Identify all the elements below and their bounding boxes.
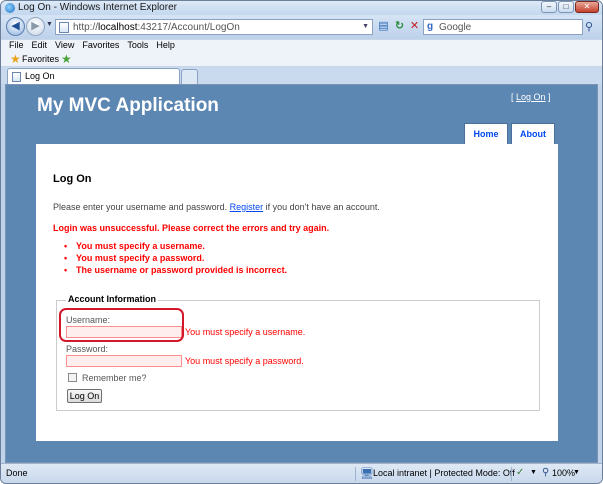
register-link[interactable]: Register — [230, 202, 264, 212]
google-logo-icon: g — [427, 21, 434, 32]
zoom-level[interactable]: 100% — [552, 468, 575, 478]
intro-text-start: Please enter your username and password. — [53, 202, 230, 212]
status-divider — [511, 467, 512, 481]
remember-me-checkbox[interactable] — [68, 373, 77, 382]
menu-help[interactable]: Help — [156, 40, 175, 51]
menu-file[interactable]: File — [9, 40, 24, 51]
annotation-highlight-box — [59, 308, 184, 342]
recent-pages-chevron-down-icon[interactable]: ▼ — [46, 21, 53, 28]
validation-error-list: You must specify a username. You must sp… — [64, 241, 287, 277]
log-on-submit-button[interactable]: Log On — [67, 389, 102, 403]
menu-edit[interactable]: Edit — [32, 40, 48, 51]
favorites-button[interactable]: Favorites — [22, 54, 59, 64]
page-icon — [59, 22, 69, 33]
validation-summary: Login was unsuccessful. Please correct t… — [53, 223, 330, 233]
zone-chevron-down-icon[interactable]: ▼ — [530, 469, 537, 476]
url-prefix: http:// — [73, 22, 99, 33]
status-text: Done — [6, 468, 28, 478]
page-title: Log On — [53, 173, 92, 185]
login-bracket-close: ] — [545, 92, 551, 102]
favorites-star-icon[interactable]: ★ — [10, 52, 21, 66]
validation-error: You must specify a username. — [64, 241, 287, 253]
validation-error: The username or password provided is inc… — [64, 265, 287, 277]
zoom-icon[interactable]: ⚲ — [542, 467, 549, 478]
tab-row: Log On — [1, 67, 602, 84]
title-bar: Log On - Windows Internet Explorer – □ ✕ — [1, 1, 602, 15]
add-to-favorites-bar-icon[interactable]: ★ — [61, 52, 72, 66]
new-tab-button[interactable] — [181, 69, 198, 84]
tab-label: Log On — [25, 71, 55, 81]
remember-me-label: Remember me? — [82, 373, 147, 383]
forward-button[interactable]: ▶ — [26, 17, 45, 36]
search-input[interactable]: Google — [439, 22, 471, 33]
validation-error: You must specify a password. — [64, 253, 287, 265]
window-title: Log On - Windows Internet Explorer — [18, 2, 177, 13]
menu-view[interactable]: View — [55, 40, 74, 51]
password-error: You must specify a password. — [185, 356, 304, 366]
search-box[interactable]: g Google — [423, 19, 583, 35]
nav-about[interactable]: About — [511, 123, 555, 144]
site-title: My MVC Application — [37, 95, 219, 116]
url-path: :43217/Account/LogOn — [137, 22, 240, 33]
security-zone[interactable]: Local intranet | Protected Mode: Off — [373, 468, 515, 478]
main-content: Log On Please enter your username and pa… — [36, 144, 558, 441]
protected-mode-icon[interactable]: ✓ — [516, 467, 524, 478]
refresh-icon[interactable]: ↻ — [392, 19, 407, 35]
menu-favorites[interactable]: Favorites — [82, 40, 119, 51]
url-host: localhost — [98, 22, 138, 33]
intro-text-end: if you don't have an account. — [263, 202, 380, 212]
window-controls: – □ ✕ — [541, 1, 599, 13]
status-divider — [355, 467, 356, 481]
internet-explorer-icon — [5, 3, 15, 13]
stop-icon[interactable]: ✕ — [407, 19, 422, 35]
zoom-chevron-down-icon[interactable]: ▼ — [573, 469, 580, 476]
menu-bar: File Edit View Favorites Tools Help — [1, 39, 602, 51]
username-error: You must specify a username. — [185, 327, 306, 337]
fieldset-legend: Account Information — [66, 294, 158, 304]
search-icon[interactable]: ⚲ — [585, 20, 593, 33]
page-viewport: My MVC Application [ Log On ] Home About… — [5, 84, 598, 463]
address-chevron-down-icon[interactable]: ▼ — [362, 23, 369, 30]
navigation-bar: ◀ ▶ ▼ http://localhost:43217/Account/Log… — [1, 15, 602, 39]
local-intranet-icon: 🖥 — [360, 468, 374, 480]
nav-home[interactable]: Home — [464, 123, 508, 144]
password-label: Password: — [66, 344, 109, 354]
tab-log-on[interactable]: Log On — [7, 68, 180, 84]
menu-tools[interactable]: Tools — [127, 40, 148, 51]
back-button[interactable]: ◀ — [6, 17, 25, 36]
page-icon — [12, 72, 21, 82]
favorites-bar: ★ Favorites ★ — [1, 51, 602, 67]
log-on-link[interactable]: Log On — [516, 92, 546, 102]
status-bar: Done 🖥 Local intranet | Protected Mode: … — [1, 463, 602, 483]
compatibility-view-icon[interactable]: ▤ — [376, 19, 391, 35]
minimize-button[interactable]: – — [541, 1, 557, 13]
address-bar[interactable]: http://localhost:43217/Account/LogOn ▼ — [55, 19, 373, 35]
browser-window: Log On - Windows Internet Explorer – □ ✕… — [0, 0, 603, 484]
intro-text: Please enter your username and password.… — [53, 202, 380, 212]
password-input[interactable] — [66, 355, 182, 367]
account-information-fieldset: Account Information Username: You must s… — [56, 294, 540, 411]
login-display: [ Log On ] — [511, 92, 551, 102]
address-text[interactable]: http://localhost:43217/Account/LogOn — [73, 22, 240, 33]
maximize-button[interactable]: □ — [558, 1, 574, 13]
close-button[interactable]: ✕ — [575, 1, 599, 13]
